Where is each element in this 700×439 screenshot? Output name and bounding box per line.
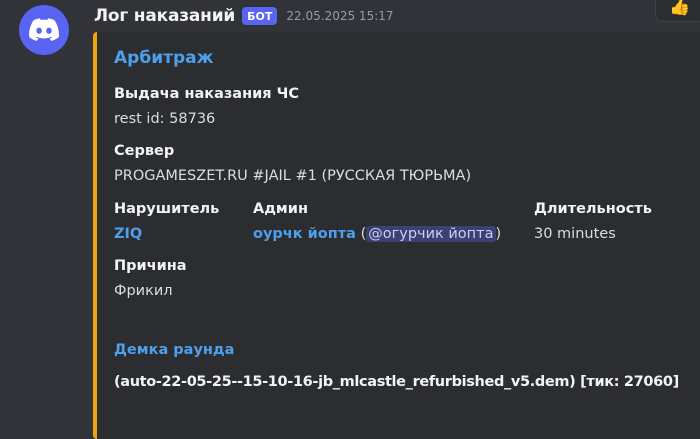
field-value: ZIQ bbox=[114, 223, 219, 245]
demo-link[interactable]: Демка раунда bbox=[114, 340, 234, 360]
field-value: PROGAMESZET.RU #JAIL #1 (РУССКАЯ ТЮРЬМА) bbox=[114, 168, 472, 184]
offender-link[interactable]: ZIQ bbox=[114, 226, 142, 242]
author-name[interactable]: Лог наказаний bbox=[94, 6, 235, 26]
field-name: Нарушитель bbox=[114, 201, 220, 217]
field-name: Админ bbox=[253, 201, 308, 217]
field-value: 30 minutes bbox=[534, 226, 616, 242]
paren-close: ) bbox=[495, 226, 502, 242]
embed: Арбитраж Выдача наказания ЧС rest id: 58… bbox=[93, 32, 700, 439]
field-name: Сервер bbox=[114, 143, 175, 159]
field-offender: Нарушитель ZIQ bbox=[114, 199, 219, 245]
field-value: оурчк йопта (@огурчик йопта) bbox=[253, 223, 501, 245]
field-punishment: Выдача наказания ЧС rest id: 58736 bbox=[114, 84, 299, 130]
field-value: rest id: 58736 bbox=[114, 111, 216, 127]
field-admin: Админ оурчк йопта (@огурчик йопта) bbox=[253, 199, 501, 245]
demo-filename: (auto-22-05-25--15-10-16-jb_mlcastle_ref… bbox=[114, 374, 679, 390]
field-duration: Длительность 30 minutes bbox=[534, 199, 652, 245]
avatar[interactable] bbox=[19, 5, 69, 55]
field-name: Выдача наказания ЧС bbox=[114, 86, 299, 102]
field-name: Длительность bbox=[534, 201, 652, 217]
reaction-button[interactable]: 👍 bbox=[655, 0, 700, 22]
field-server: Сервер PROGAMESZET.RU #JAIL #1 (РУССКАЯ … bbox=[114, 141, 471, 187]
bot-tag: БОТ bbox=[242, 7, 278, 25]
thumbs-up-icon: 👍 bbox=[669, 0, 691, 17]
embed-title: Арбитраж bbox=[114, 48, 214, 68]
user-mention[interactable]: @огурчик йопта bbox=[366, 226, 496, 242]
admin-link[interactable]: оурчк йопта bbox=[253, 226, 356, 242]
message-header: Лог наказаний БОТ 22.05.2025 15:17 bbox=[94, 4, 394, 28]
field-name: Причина bbox=[114, 258, 187, 274]
message: Лог наказаний БОТ 22.05.2025 15:17 👍 Арб… bbox=[0, 0, 700, 439]
discord-logo-icon bbox=[29, 18, 59, 41]
field-value: Фрикил bbox=[114, 283, 173, 299]
field-reason: Причина Фрикил bbox=[114, 256, 187, 302]
message-timestamp[interactable]: 22.05.2025 15:17 bbox=[286, 9, 393, 23]
